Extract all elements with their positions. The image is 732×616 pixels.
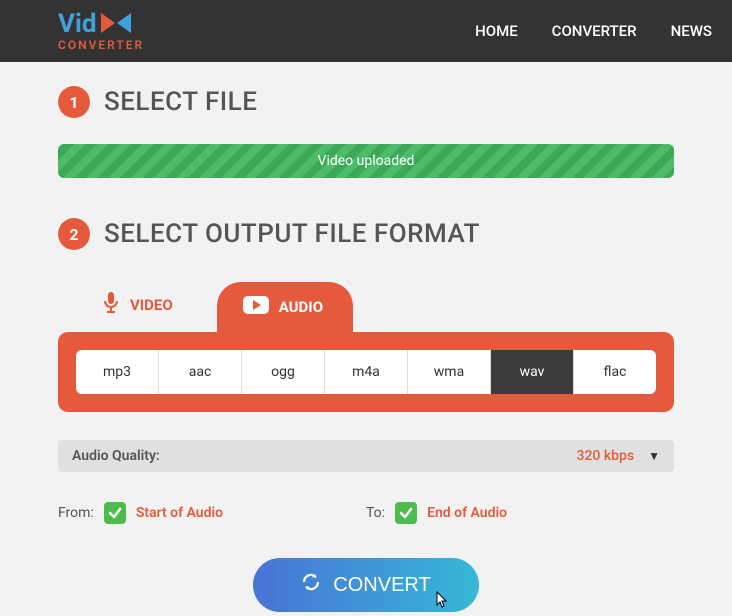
- from-value[interactable]: Start of Audio: [136, 505, 223, 521]
- upload-status-text: Video uploaded: [318, 153, 415, 169]
- check-icon: [108, 506, 122, 520]
- format-flac[interactable]: flac: [574, 350, 656, 394]
- from-label: From:: [58, 505, 94, 521]
- format-wma[interactable]: wma: [408, 350, 491, 394]
- upload-status-bar: Video uploaded: [58, 144, 674, 178]
- step1-number: 1: [58, 86, 90, 118]
- step2-number: 2: [58, 218, 90, 250]
- range-to: To: End of Audio: [366, 502, 674, 524]
- main-nav: HOME CONVERTER NEWS: [475, 22, 712, 40]
- top-bar: Vid CONVERTER HOME CONVERTER NEWS: [0, 0, 732, 62]
- step2-title: SELECT OUTPUT FILE FORMAT: [104, 219, 480, 249]
- refresh-icon: [301, 572, 321, 598]
- nav-news[interactable]: NEWS: [671, 22, 712, 40]
- range-row: From: Start of Audio To: End of Audio: [58, 502, 674, 524]
- format-wav[interactable]: wav: [491, 350, 574, 394]
- to-label: To:: [366, 505, 385, 521]
- format-row: mp3 aac ogg m4a wma wav flac: [76, 350, 656, 394]
- convert-button[interactable]: CONVERT: [253, 558, 478, 612]
- to-checkbox[interactable]: [395, 502, 417, 524]
- tab-audio-label: AUDIO: [279, 298, 323, 316]
- format-aac[interactable]: aac: [159, 350, 242, 394]
- convert-label: CONVERT: [333, 574, 430, 597]
- logo-text-bottom: CONVERTER: [58, 39, 144, 51]
- quality-value: 320 kbps: [577, 448, 635, 464]
- format-panel: mp3 aac ogg m4a wma wav flac: [58, 332, 674, 412]
- nav-home[interactable]: HOME: [475, 22, 518, 40]
- audio-quality-select[interactable]: Audio Quality: 320 kbps ▼: [58, 440, 674, 472]
- step2-header: 2 SELECT OUTPUT FILE FORMAT: [58, 218, 674, 250]
- cursor-icon: [433, 590, 451, 616]
- step1-title: SELECT FILE: [104, 87, 257, 117]
- step1-header: 1 SELECT FILE: [58, 86, 674, 118]
- format-ogg[interactable]: ogg: [242, 350, 325, 394]
- tab-video[interactable]: VIDEO: [76, 278, 203, 332]
- nav-converter[interactable]: CONVERTER: [552, 22, 637, 40]
- format-m4a[interactable]: m4a: [325, 350, 408, 394]
- logo-text-top: Vid: [58, 11, 97, 37]
- quality-label: Audio Quality:: [72, 448, 160, 464]
- to-value[interactable]: End of Audio: [427, 505, 507, 521]
- format-mp3[interactable]: mp3: [76, 350, 159, 394]
- check-icon: [399, 506, 413, 520]
- logo[interactable]: Vid CONVERTER: [58, 11, 144, 51]
- bowtie-icon: [101, 13, 131, 36]
- from-checkbox[interactable]: [104, 502, 126, 524]
- chevron-down-icon: ▼: [648, 449, 660, 463]
- play-icon: [243, 296, 269, 318]
- tab-audio[interactable]: AUDIO: [217, 282, 353, 332]
- range-from: From: Start of Audio: [58, 502, 366, 524]
- microphone-icon: [102, 292, 120, 318]
- tab-video-label: VIDEO: [130, 296, 173, 314]
- format-tabs: VIDEO AUDIO: [58, 278, 674, 332]
